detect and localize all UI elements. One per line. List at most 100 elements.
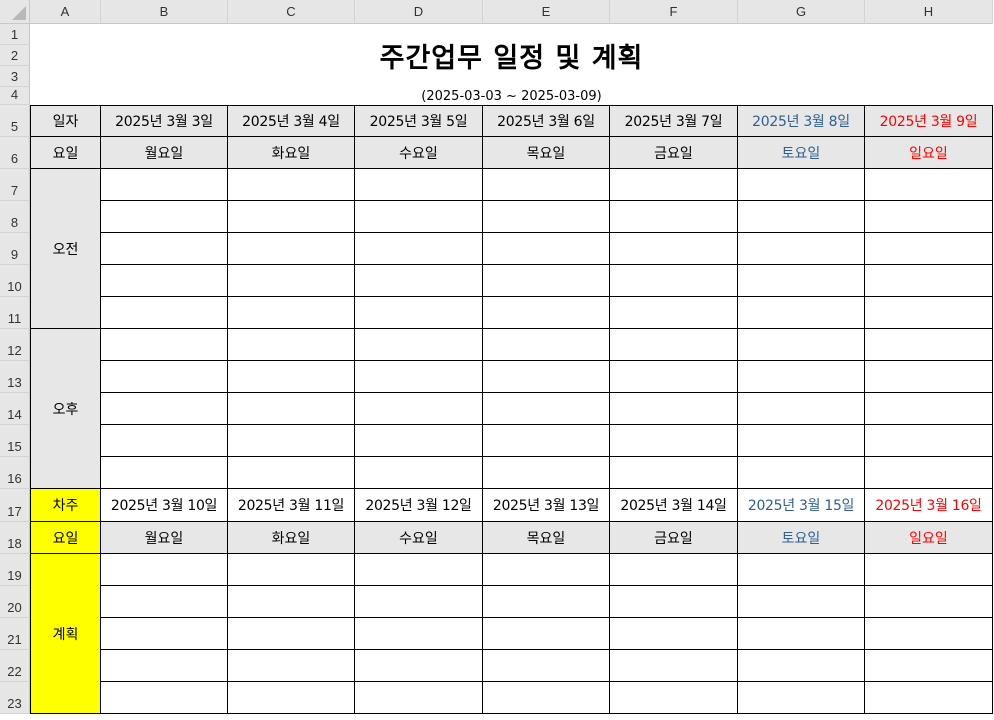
schedule-cell[interactable] xyxy=(101,361,228,393)
schedule-cell[interactable] xyxy=(228,169,355,201)
schedule-cell[interactable] xyxy=(610,425,738,457)
plan-cell[interactable] xyxy=(738,682,865,714)
schedule-cell[interactable] xyxy=(483,393,610,425)
plan-cell[interactable] xyxy=(228,682,355,714)
row-header-4[interactable]: 4 xyxy=(0,87,30,105)
plan-cell[interactable] xyxy=(228,650,355,682)
schedule-cell[interactable] xyxy=(101,201,228,233)
row-header-13[interactable]: 13 xyxy=(0,361,30,393)
schedule-cell[interactable] xyxy=(610,265,738,297)
row-header-3[interactable]: 3 xyxy=(0,66,30,87)
date-cell[interactable]: 2025년 3월 4일 xyxy=(228,105,355,137)
row-header-1[interactable]: 1 xyxy=(0,24,30,45)
schedule-cell[interactable] xyxy=(355,169,483,201)
schedule-cell[interactable] xyxy=(355,265,483,297)
column-header-b[interactable]: B xyxy=(101,0,228,24)
schedule-cell[interactable] xyxy=(355,361,483,393)
schedule-cell[interactable] xyxy=(738,457,865,489)
row-header-18[interactable]: 18 xyxy=(0,522,30,554)
schedule-cell[interactable] xyxy=(483,233,610,265)
plan-cell[interactable] xyxy=(355,618,483,650)
schedule-cell[interactable] xyxy=(483,425,610,457)
row-header-20[interactable]: 20 xyxy=(0,586,30,618)
spreadsheet-grid[interactable]: A B C D E F G H 1 2 3 4 5 6 7 8 9 10 11 12 13 14 15 16 17 18 19 20 2… xyxy=(0,0,994,720)
schedule-cell[interactable] xyxy=(738,201,865,233)
label-next-day[interactable]: 요일 xyxy=(30,522,101,554)
column-header-h[interactable]: H xyxy=(865,0,993,24)
schedule-cell[interactable] xyxy=(865,201,993,233)
schedule-cell[interactable] xyxy=(355,329,483,361)
next-date-cell[interactable]: 2025년 3월 11일 xyxy=(228,489,355,522)
plan-cell[interactable] xyxy=(355,650,483,682)
plan-cell[interactable] xyxy=(865,650,993,682)
row-header-2[interactable]: 2 xyxy=(0,45,30,66)
row-header-11[interactable]: 11 xyxy=(0,297,30,329)
plan-cell[interactable] xyxy=(101,650,228,682)
plan-cell[interactable] xyxy=(865,618,993,650)
plan-cell[interactable] xyxy=(610,586,738,618)
next-day-cell[interactable]: 토요일 xyxy=(738,522,865,554)
plan-cell[interactable] xyxy=(738,586,865,618)
next-day-cell[interactable]: 월요일 xyxy=(101,522,228,554)
schedule-cell[interactable] xyxy=(610,233,738,265)
schedule-cell[interactable] xyxy=(738,233,865,265)
schedule-cell[interactable] xyxy=(483,329,610,361)
column-header-c[interactable]: C xyxy=(228,0,355,24)
day-cell[interactable]: 금요일 xyxy=(610,137,738,169)
plan-cell[interactable] xyxy=(738,650,865,682)
schedule-cell[interactable] xyxy=(355,457,483,489)
plan-cell[interactable] xyxy=(355,682,483,714)
label-plan[interactable]: 계획 xyxy=(30,554,101,714)
schedule-cell[interactable] xyxy=(738,425,865,457)
schedule-cell[interactable] xyxy=(610,297,738,329)
schedule-cell[interactable] xyxy=(228,297,355,329)
select-all-corner[interactable] xyxy=(0,0,30,24)
row-header-21[interactable]: 21 xyxy=(0,618,30,650)
row-header-9[interactable]: 9 xyxy=(0,233,30,265)
schedule-cell[interactable] xyxy=(228,329,355,361)
plan-cell[interactable] xyxy=(101,618,228,650)
schedule-cell[interactable] xyxy=(483,169,610,201)
next-date-cell[interactable]: 2025년 3월 10일 xyxy=(101,489,228,522)
schedule-cell[interactable] xyxy=(101,233,228,265)
date-cell[interactable]: 2025년 3월 6일 xyxy=(483,105,610,137)
schedule-cell[interactable] xyxy=(610,169,738,201)
schedule-cell[interactable] xyxy=(228,233,355,265)
plan-cell[interactable] xyxy=(228,618,355,650)
schedule-cell[interactable] xyxy=(610,201,738,233)
date-cell[interactable]: 2025년 3월 5일 xyxy=(355,105,483,137)
plan-cell[interactable] xyxy=(865,554,993,586)
schedule-cell[interactable] xyxy=(738,265,865,297)
plan-cell[interactable] xyxy=(610,554,738,586)
plan-cell[interactable] xyxy=(483,682,610,714)
sheet-title[interactable]: 주간업무 일정 및 계획 xyxy=(30,24,993,87)
next-day-cell[interactable]: 일요일 xyxy=(865,522,993,554)
day-cell[interactable]: 화요일 xyxy=(228,137,355,169)
row-header-8[interactable]: 8 xyxy=(0,201,30,233)
day-cell[interactable]: 토요일 xyxy=(738,137,865,169)
label-date-border[interactable] xyxy=(30,105,101,137)
schedule-cell[interactable] xyxy=(738,361,865,393)
next-day-cell[interactable]: 화요일 xyxy=(228,522,355,554)
row-header-7[interactable]: 7 xyxy=(0,169,30,201)
date-range[interactable]: (2025-03-03 ~ 2025-03-09) xyxy=(30,87,993,105)
plan-cell[interactable] xyxy=(101,554,228,586)
schedule-cell[interactable] xyxy=(865,297,993,329)
schedule-cell[interactable] xyxy=(483,361,610,393)
next-day-cell[interactable]: 금요일 xyxy=(610,522,738,554)
day-cell[interactable]: 일요일 xyxy=(865,137,993,169)
plan-cell[interactable] xyxy=(865,682,993,714)
row-header-6[interactable]: 6 xyxy=(0,137,30,169)
plan-cell[interactable] xyxy=(483,586,610,618)
column-header-e[interactable]: E xyxy=(483,0,610,24)
row-header-19[interactable]: 19 xyxy=(0,554,30,586)
schedule-cell[interactable] xyxy=(610,329,738,361)
row-header-14[interactable]: 14 xyxy=(0,393,30,425)
label-next-week[interactable]: 차주 xyxy=(30,489,101,522)
next-date-cell[interactable]: 2025년 3월 16일 xyxy=(865,489,993,522)
plan-cell[interactable] xyxy=(483,650,610,682)
schedule-cell[interactable] xyxy=(865,457,993,489)
plan-cell[interactable] xyxy=(355,554,483,586)
date-cell[interactable]: 2025년 3월 3일 xyxy=(101,105,228,137)
schedule-cell[interactable] xyxy=(610,393,738,425)
